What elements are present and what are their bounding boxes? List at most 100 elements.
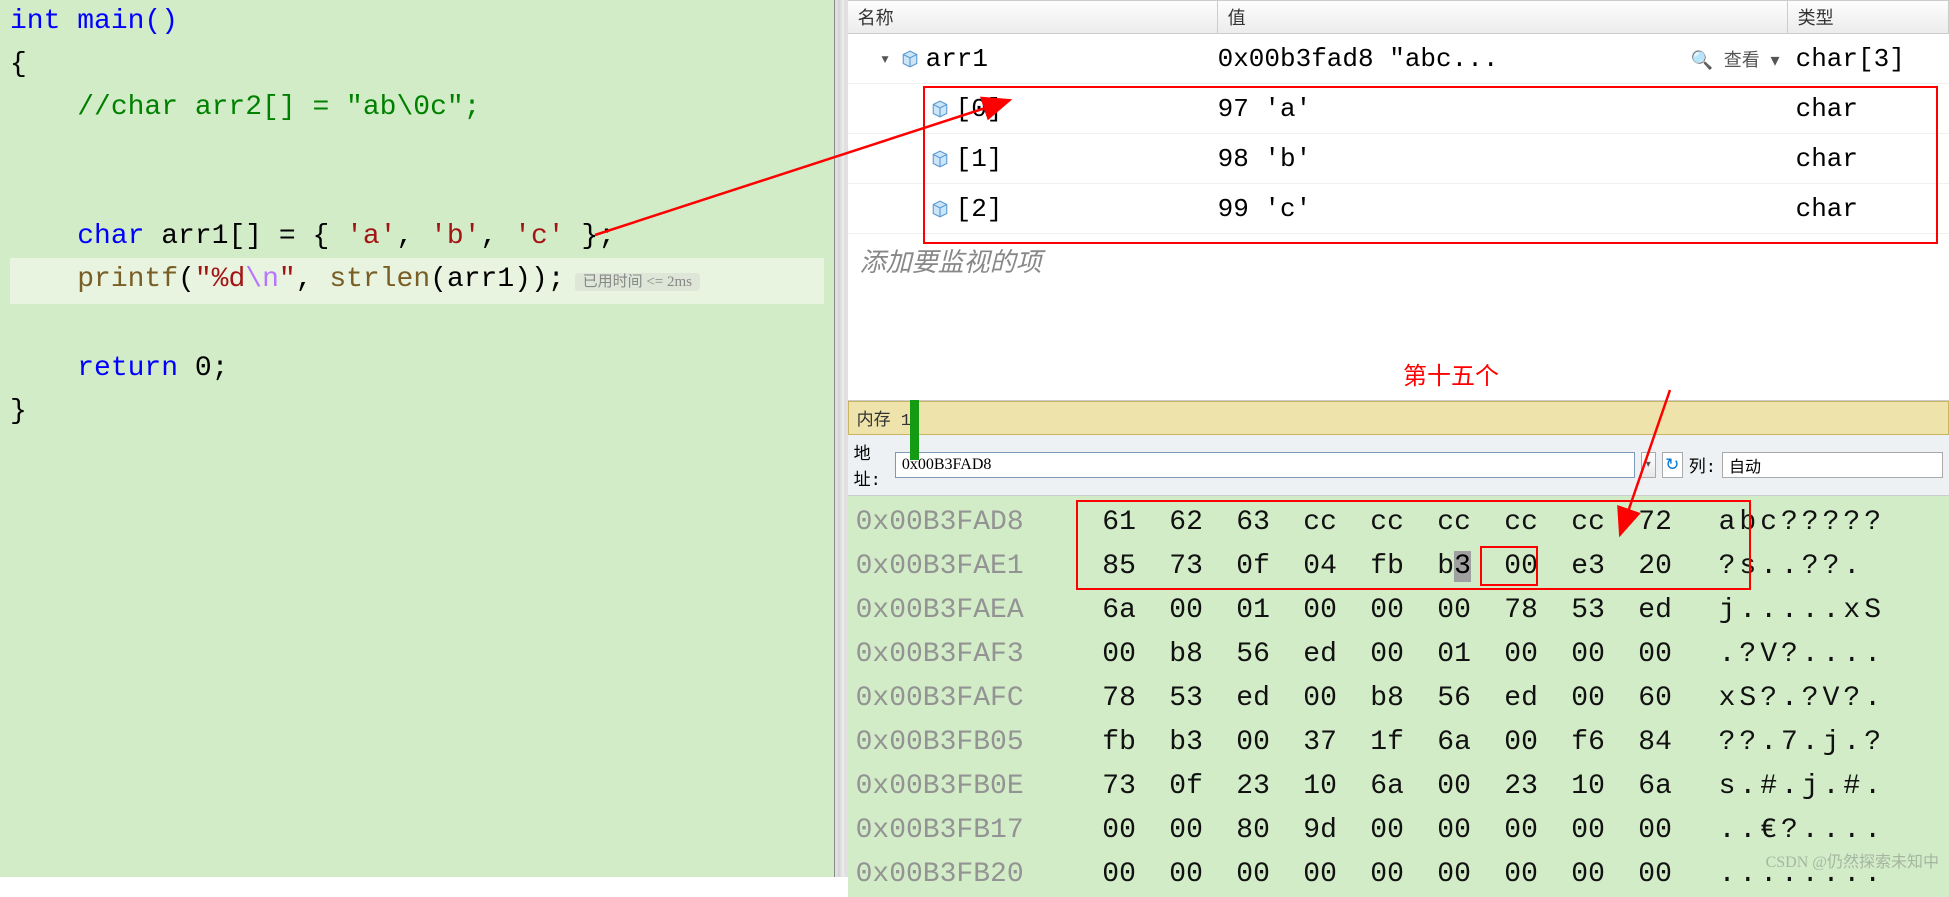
memory-title[interactable]: 内存 1 [848, 401, 1949, 435]
memory-byte: 10 [1287, 771, 1354, 802]
code-area[interactable]: int main() { //char arr2[] = "ab\0c"; ch… [0, 0, 834, 433]
memory-byte: 00 [1555, 683, 1622, 714]
memory-byte: 85 [1086, 551, 1153, 582]
memory-byte: 72 [1622, 507, 1689, 538]
memory-row[interactable]: 0x00B3FAEA6a00010000007853edj.....xS [856, 588, 1941, 632]
comma: , [296, 264, 330, 295]
memory-ascii: s.#.j.#. [1719, 771, 1885, 802]
watch-col-name[interactable]: 名称 [848, 1, 1218, 33]
memory-byte: 80 [1220, 815, 1287, 846]
memory-byte: cc [1421, 507, 1488, 538]
memory-row[interactable]: 0x00B3FB0E730f23106a0023106as.#.j.#. [856, 764, 1941, 808]
watch-col-value[interactable]: 值 [1218, 1, 1788, 33]
memory-byte: 62 [1153, 507, 1220, 538]
memory-address: 0x00B3FAFC [856, 683, 1086, 714]
watch-col-type[interactable]: 类型 [1788, 1, 1949, 33]
pad [10, 221, 77, 252]
fn-strlen: strlen [329, 264, 430, 295]
memory-byte: 00 [1287, 859, 1354, 890]
time-hint: 已用时间 <= 2ms [575, 273, 700, 291]
memory-row[interactable]: 0x00B3FAD8616263cccccccccc72abc????? [856, 500, 1941, 544]
watch-var-name: arr1 [926, 44, 988, 74]
memory-address: 0x00B3FB0E [856, 771, 1086, 802]
lit-a: 'a' [346, 221, 396, 252]
view-button[interactable]: 🔍 查看 ▾ [1691, 46, 1788, 72]
memory-byte: 56 [1220, 639, 1287, 670]
memory-byte: cc [1555, 507, 1622, 538]
watch-row[interactable]: [2]99 'c'char [848, 184, 1949, 234]
memory-byte: cc [1488, 507, 1555, 538]
memory-columns-select[interactable] [1722, 452, 1943, 478]
memory-address-input[interactable] [895, 452, 1635, 478]
memory-address: 0x00B3FAD8 [856, 507, 1086, 538]
memory-byte: 00 [1555, 639, 1622, 670]
watch-row[interactable]: ▲arr10x00b3fad8 "abc...🔍 查看 ▾char[3] [848, 34, 1949, 84]
memory-byte: 78 [1488, 595, 1555, 626]
memory-address: 0x00B3FB05 [856, 727, 1086, 758]
memory-row[interactable]: 0x00B3FAF300b856ed0001000000.?V?.... [856, 632, 1941, 676]
memory-byte: f6 [1555, 727, 1622, 758]
fn-printf: printf [77, 264, 178, 295]
watch-var-value: 0x00b3fad8 "abc... [1218, 44, 1499, 74]
memory-address-bar: 地址: ▾ ↻ 列: [848, 435, 1949, 496]
memory-ascii: ??.7.j.? [1719, 727, 1885, 758]
memory-byte: b8 [1354, 683, 1421, 714]
vertical-splitter[interactable] [835, 0, 848, 877]
memory-panel: 内存 1 地址: ▾ ↻ 列: 0x00B3FAD8616263cccccccc… [848, 401, 1949, 897]
memory-byte: 01 [1421, 639, 1488, 670]
memory-byte: 00 [1354, 815, 1421, 846]
memory-ascii: abc????? [1719, 507, 1885, 538]
mem-addr-dropdown[interactable]: ▾ [1641, 452, 1656, 478]
memory-address: 0x00B3FB20 [856, 859, 1086, 890]
memory-ascii: .?V?.... [1719, 639, 1885, 670]
memory-byte: b8 [1153, 639, 1220, 670]
variable-icon [930, 149, 950, 169]
memory-byte: 00 [1421, 815, 1488, 846]
memory-byte: 00 [1555, 815, 1622, 846]
memory-row[interactable]: 0x00B3FB05fbb300371f6a00f684??.7.j.? [856, 720, 1941, 764]
memory-byte: e3 [1555, 551, 1622, 582]
memory-byte: 00 [1421, 595, 1488, 626]
memory-byte: 6a [1086, 595, 1153, 626]
memory-byte: 0f [1220, 551, 1287, 582]
memory-byte: 10 [1555, 771, 1622, 802]
memory-byte: 0f [1153, 771, 1220, 802]
memory-byte: 1f [1354, 727, 1421, 758]
memory-byte: 00 [1220, 727, 1287, 758]
watch-add-prompt[interactable]: 添加要监视的项 [848, 234, 1949, 287]
memory-refresh-button[interactable]: ↻ [1662, 452, 1683, 478]
memory-byte: 00 [1220, 859, 1287, 890]
memory-byte: 01 [1220, 595, 1287, 626]
decl-mid: arr1[] = { [144, 221, 346, 252]
right-pane: 名称 值 类型 ▲arr10x00b3fad8 "abc...🔍 查看 ▾cha… [848, 0, 1949, 877]
memory-row[interactable]: 0x00B3FAE185730f04fbb300e320?s..??. [856, 544, 1941, 588]
lit-b: 'b' [430, 221, 480, 252]
memory-byte: 00 [1086, 639, 1153, 670]
memory-row[interactable]: 0x00B3FAFC7853ed00b856ed0060xS?.?V?. [856, 676, 1941, 720]
memory-ascii: xS?.?V?. [1719, 683, 1885, 714]
memory-byte: 60 [1622, 683, 1689, 714]
watch-var-name: [2] [956, 194, 1003, 224]
memory-body[interactable]: 0x00B3FAD8616263cccccccccc72abc?????0x00… [848, 496, 1949, 897]
watch-row[interactable]: [0]97 'a'char [848, 84, 1949, 134]
gutter-green-marker [910, 400, 919, 460]
watch-body[interactable]: ▲arr10x00b3fad8 "abc...🔍 查看 ▾char[3][0]9… [848, 34, 1949, 400]
memory-byte: 00 [1153, 859, 1220, 890]
memory-address: 0x00B3FAF3 [856, 639, 1086, 670]
memory-byte: 78 [1086, 683, 1153, 714]
arg-end: (arr1)); [430, 264, 564, 295]
memory-row[interactable]: 0x00B3FB170000809d0000000000..€?.... [856, 808, 1941, 852]
memory-byte: fb [1354, 551, 1421, 582]
memory-address: 0x00B3FB17 [856, 815, 1086, 846]
ret-val: 0; [178, 353, 228, 384]
code-editor-pane[interactable]: int main() { //char arr2[] = "ab\0c"; ch… [0, 0, 835, 877]
memory-byte: 23 [1220, 771, 1287, 802]
memory-byte: 00 [1421, 859, 1488, 890]
memory-byte: 84 [1622, 727, 1689, 758]
expander-icon[interactable]: ▲ [878, 52, 892, 66]
main-layout: int main() { //char arr2[] = "ab\0c"; ch… [0, 0, 1949, 877]
memory-byte: 00 [1086, 859, 1153, 890]
memory-byte: ed [1488, 683, 1555, 714]
watch-row[interactable]: [1]98 'b'char [848, 134, 1949, 184]
memory-byte: b3 [1421, 551, 1488, 582]
